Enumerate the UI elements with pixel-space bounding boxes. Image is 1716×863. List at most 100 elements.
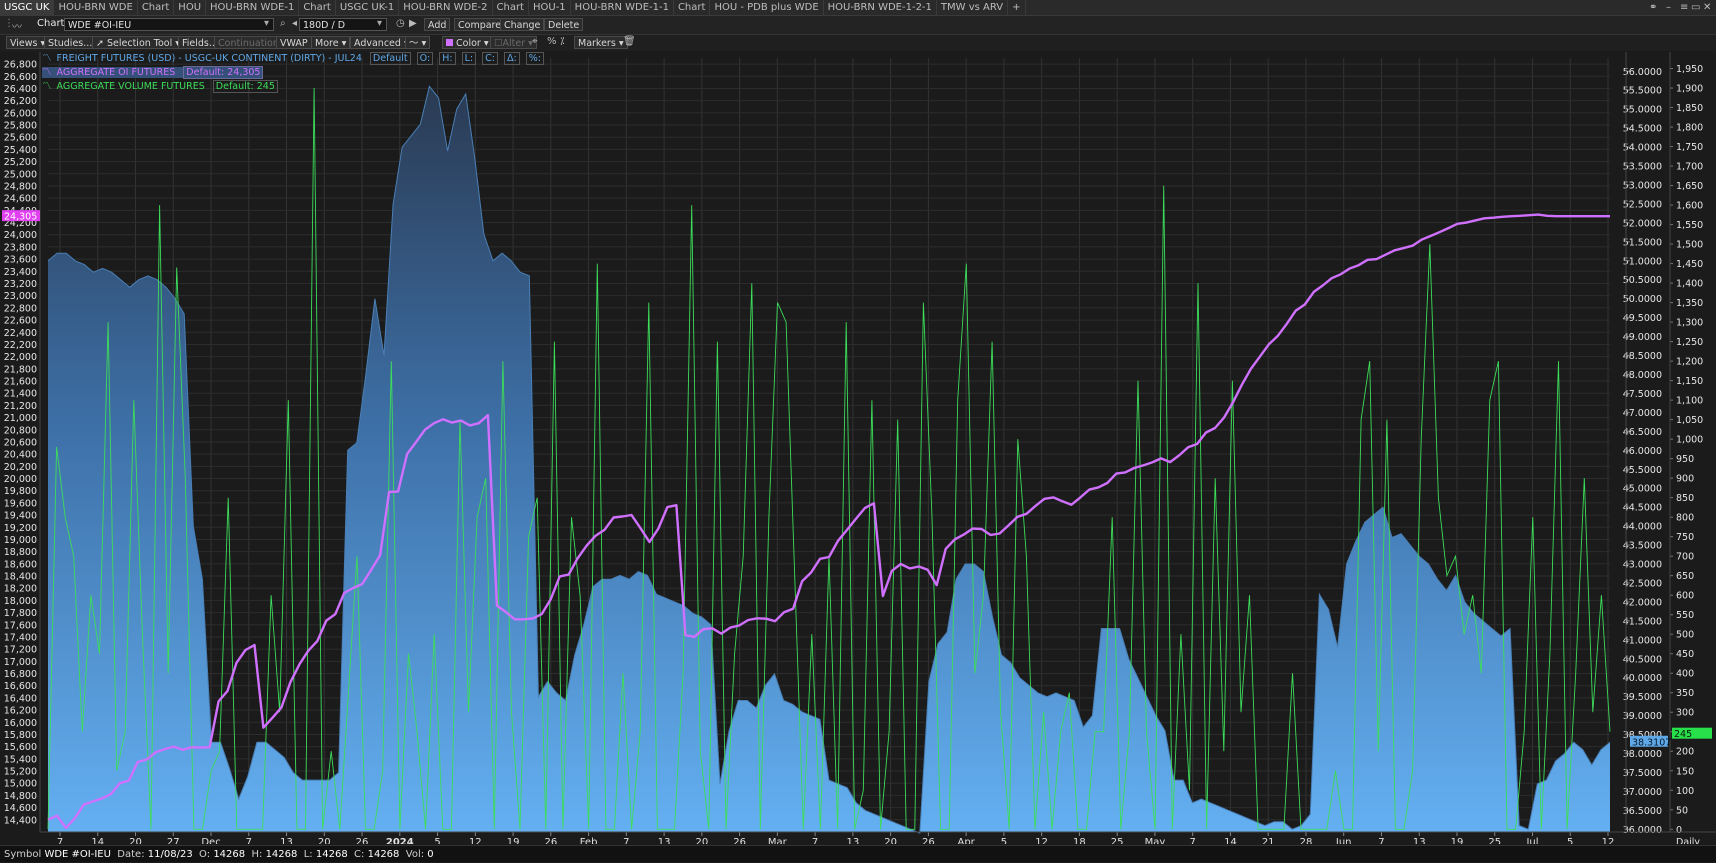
right-axis-label: 800 bbox=[1676, 513, 1694, 524]
mid-axis-label: 50.5000 bbox=[1623, 275, 1662, 286]
left-axis-label: 16,200 bbox=[4, 706, 37, 717]
x-tick-label: 12 bbox=[1602, 837, 1615, 844]
trash-icon[interactable]: 🗑 bbox=[623, 36, 636, 47]
mid-axis-label: 43.5000 bbox=[1623, 541, 1662, 552]
chevron-left-icon[interactable]: ◂ bbox=[292, 18, 297, 29]
left-axis-label: 14,600 bbox=[4, 803, 37, 814]
tab-usgc-uk-1[interactable]: USGC UK-1 bbox=[336, 0, 400, 15]
play-icon[interactable]: ▶ bbox=[409, 18, 417, 29]
status-symbol: WDE #OI-IEU bbox=[44, 849, 111, 860]
right-axis-label: 1,100 bbox=[1676, 396, 1703, 407]
mid-axis-label: 55.5000 bbox=[1623, 86, 1662, 97]
tab-hou-brn-wde[interactable]: HOU-BRN WDE bbox=[54, 0, 138, 15]
left-axis-label: 21,600 bbox=[4, 377, 37, 388]
tab--[interactable]: + bbox=[1008, 0, 1026, 15]
x-tick-label: 12 bbox=[1035, 837, 1048, 844]
tab-chart[interactable]: Chart bbox=[299, 0, 336, 15]
add-button[interactable]: Add bbox=[424, 18, 451, 31]
left-axis-label: 24,000 bbox=[4, 230, 37, 241]
right-axis-label: 400 bbox=[1676, 669, 1694, 680]
x-tick-label: 25 bbox=[1111, 837, 1124, 844]
menu-icon[interactable]: ≡ bbox=[1680, 0, 1688, 15]
mid-axis-label: 44.0000 bbox=[1623, 522, 1662, 533]
tab-hou-1[interactable]: HOU-1 bbox=[529, 0, 571, 15]
restore-icon[interactable]: ▭ bbox=[1691, 0, 1700, 15]
color-button[interactable]: Color ▾ bbox=[442, 36, 493, 49]
line-style-icon: 〜 bbox=[409, 38, 419, 49]
tab-hou[interactable]: HOU bbox=[174, 0, 207, 15]
right-axis-label: 450 bbox=[1676, 649, 1694, 660]
line-style-button[interactable]: 〜 ▾ bbox=[405, 36, 431, 49]
tab-chart[interactable]: Chart bbox=[138, 0, 175, 15]
legend-volume[interactable]: 〽 AGGREGATE VOLUME FUTURES Default: 245 bbox=[42, 80, 278, 93]
x-tick-label: 7 bbox=[1378, 837, 1384, 844]
x-tick-label: 7 bbox=[623, 837, 629, 844]
left-axis-label: 14,800 bbox=[4, 791, 37, 802]
change-button[interactable]: Change bbox=[500, 18, 545, 31]
more-button[interactable]: More ▾ bbox=[311, 36, 351, 49]
left-axis-label: 16,400 bbox=[4, 693, 37, 704]
continuation-button[interactable]: Continuation bbox=[214, 36, 283, 49]
tab-hou-brn-wde-2[interactable]: HOU-BRN WDE-2 bbox=[399, 0, 493, 15]
mid-axis-label: 39.5000 bbox=[1623, 692, 1662, 703]
chart-plot[interactable]: 7 14 20 27 Dec 7 13 20 26 2024 5 12 19 26 Feb 7 13 20 26 Ma… bbox=[0, 51, 1716, 844]
tab-chart[interactable]: Chart bbox=[674, 0, 711, 15]
right-axis-label: 1,250 bbox=[1676, 337, 1703, 348]
compare-button[interactable]: Compare bbox=[454, 18, 506, 31]
alter-button[interactable]: ☐Alter ▾ bbox=[490, 36, 537, 49]
selection-tool-button[interactable]: ➚ Selection Tool ▾ bbox=[92, 36, 185, 49]
tab-usgc-uk[interactable]: USGC UK bbox=[0, 0, 55, 15]
crosshair-icon[interactable]: ⌖ bbox=[532, 36, 538, 47]
right-axis-label: 850 bbox=[1676, 493, 1694, 504]
symbol-dropdown-icon[interactable]: ▾ bbox=[264, 18, 269, 29]
right-axis-label: 350 bbox=[1676, 688, 1694, 699]
markers-button[interactable]: Markers ▾ bbox=[574, 36, 628, 49]
advanced-button[interactable]: Advanced ▾ bbox=[350, 36, 413, 49]
right-axis-label: 1,150 bbox=[1676, 376, 1703, 387]
legend-oi[interactable]: 〽 AGGREGATE OI FUTURES Default: 24,305 bbox=[42, 66, 264, 79]
log-scale-icon[interactable]: ⁒ bbox=[560, 36, 565, 47]
legend-volume-name: AGGREGATE VOLUME FUTURES bbox=[56, 81, 205, 92]
percent-icon[interactable]: % bbox=[547, 36, 557, 47]
studies-button[interactable]: Studies... bbox=[44, 36, 97, 49]
legend-freight[interactable]: 〽 FREIGHT FUTURES (USD) - USGC-UK CONTIN… bbox=[42, 52, 544, 65]
right-axis-label: 1,950 bbox=[1676, 64, 1703, 75]
right-axis-label: 1,350 bbox=[1676, 298, 1703, 309]
status-low-label: L: bbox=[303, 849, 313, 860]
left-axis-label: 22,800 bbox=[4, 303, 37, 314]
periodicity-label: Daily bbox=[1676, 837, 1700, 844]
left-axis-label: 15,600 bbox=[4, 742, 37, 753]
x-tick-label: 13 bbox=[847, 837, 860, 844]
clock-icon[interactable]: ◷ bbox=[396, 18, 405, 29]
tab-hou-brn-wde-1-2-1[interactable]: HOU-BRN WDE-1-2-1 bbox=[824, 0, 937, 15]
tab-hou-brn-wde-1[interactable]: HOU-BRN WDE-1 bbox=[206, 0, 300, 15]
color-swatch-icon bbox=[446, 39, 453, 46]
period-dropdown-icon[interactable]: ▾ bbox=[377, 18, 382, 29]
left-axis-label: 26,400 bbox=[4, 84, 37, 95]
mid-axis-label: 56.0000 bbox=[1623, 67, 1662, 78]
right-axis-label: 100 bbox=[1676, 786, 1694, 797]
left-axis-label: 20,000 bbox=[4, 474, 37, 485]
tab-chart[interactable]: Chart bbox=[493, 0, 529, 15]
left-axis-label: 26,800 bbox=[4, 60, 37, 71]
left-axis-label: 20,600 bbox=[4, 437, 37, 448]
minimize-icon[interactable]: – bbox=[1666, 0, 1671, 15]
symbol-input[interactable]: WDE #OI-IEU bbox=[64, 18, 274, 31]
search-icon[interactable]: ⌕ bbox=[280, 18, 286, 29]
link-icon[interactable]: ⚭ bbox=[1649, 0, 1657, 15]
tab-hou-brn-wde-1-1[interactable]: HOU-BRN WDE-1-1 bbox=[571, 0, 674, 15]
delete-button[interactable]: Delete bbox=[544, 18, 584, 31]
tab-hou-pdb-plus-wde[interactable]: HOU - PDB plus WDE bbox=[710, 0, 824, 15]
views-button[interactable]: Views ▾ bbox=[6, 36, 50, 49]
close-icon[interactable]: ✕ bbox=[1703, 0, 1711, 15]
x-tick-label: 5 bbox=[434, 837, 440, 844]
chart-toolbar-2: Views ▾ Studies... ➚ Selection Tool ▾ Fi… bbox=[0, 35, 1716, 52]
left-axis-label: 19,400 bbox=[4, 511, 37, 522]
vwap-button[interactable]: VWAP bbox=[276, 36, 312, 49]
mid-axis-label: 48.5000 bbox=[1623, 351, 1662, 362]
x-tick-label: 18 bbox=[1073, 837, 1086, 844]
left-axis-label: 21,400 bbox=[4, 389, 37, 400]
period-input[interactable]: 180D / D bbox=[299, 18, 387, 31]
tab-tmw-vs-arv[interactable]: TMW vs ARV bbox=[937, 0, 1009, 15]
left-axis-label: 17,800 bbox=[4, 608, 37, 619]
